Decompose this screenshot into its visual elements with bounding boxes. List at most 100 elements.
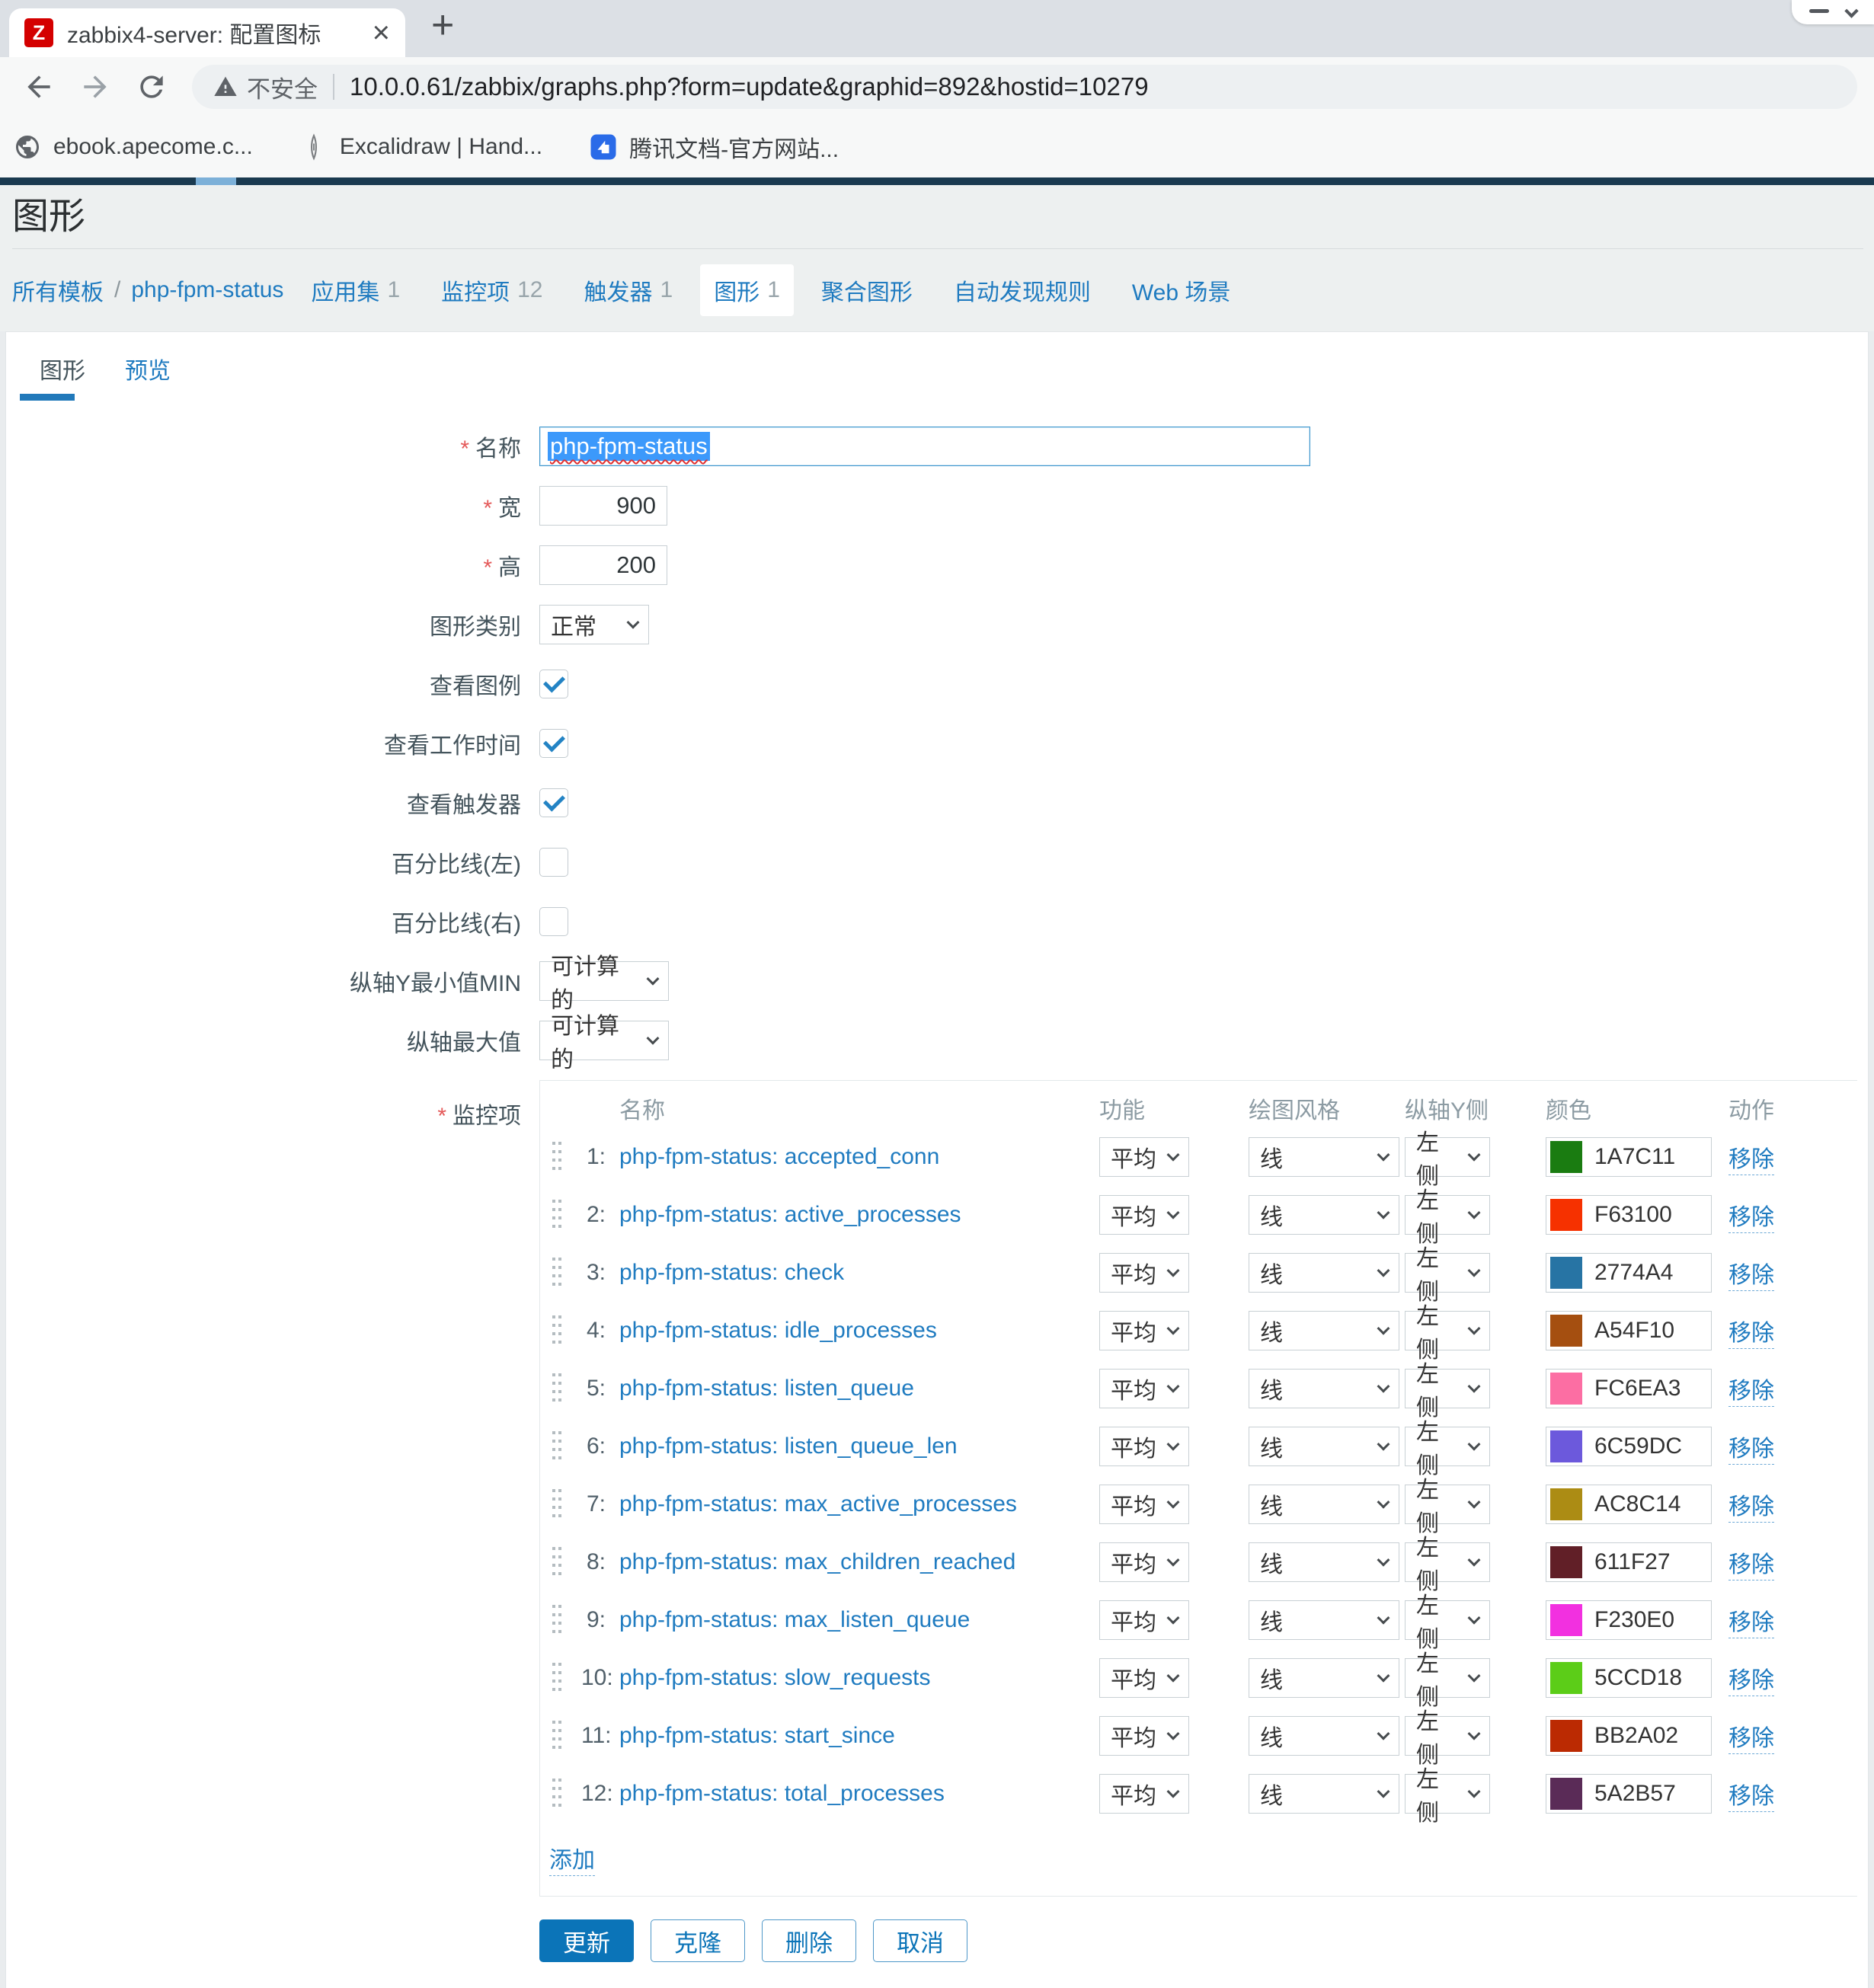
function-select[interactable]: 平均 [1099,1485,1189,1524]
nav-tab-link[interactable]: 聚合图形 [821,273,913,307]
drag-handle-icon[interactable] [552,1200,561,1230]
drag-handle-icon[interactable] [552,1431,561,1462]
drag-handle-icon[interactable] [552,1489,561,1520]
item-name-link[interactable]: php-fpm-status: slow_requests [619,1665,931,1690]
draw-style-select[interactable]: 线 [1249,1253,1399,1293]
delete-button[interactable]: 删除 [762,1919,856,1962]
function-select[interactable]: 平均 [1099,1311,1189,1350]
draw-style-select[interactable]: 线 [1249,1716,1399,1756]
function-select[interactable]: 平均 [1099,1253,1189,1293]
draw-style-select[interactable]: 线 [1249,1658,1399,1698]
nav-tab[interactable]: 监控项 12 [427,264,556,316]
bookmark-item[interactable]: ebook.apecome.c... [14,133,253,161]
drag-handle-icon[interactable] [552,1663,561,1693]
ymin-select[interactable]: 可计算的 [539,961,669,1001]
graph-type-select[interactable]: 正常 [539,605,649,644]
item-name-link[interactable]: php-fpm-status: listen_queue [619,1376,914,1401]
y-side-select[interactable]: 左侧 [1405,1369,1490,1408]
browser-tab[interactable]: Z zabbix4-server: 配置图标 × [9,8,405,57]
nav-tab-link[interactable]: 自动发现规则 [954,273,1091,307]
color-picker[interactable]: AC8C14 [1546,1485,1712,1524]
breadcrumb-all-templates[interactable]: 所有模板 [12,273,104,307]
cancel-button[interactable]: 取消 [873,1919,967,1962]
forward-icon[interactable] [78,70,112,104]
add-item-link[interactable]: 添加 [549,1848,595,1876]
drag-handle-icon[interactable] [552,1605,561,1635]
function-select[interactable]: 平均 [1099,1542,1189,1582]
checkbox[interactable] [539,907,568,936]
color-picker[interactable]: 611F27 [1546,1542,1712,1582]
color-picker[interactable]: 2774A4 [1546,1253,1712,1293]
y-side-select[interactable]: 左侧 [1405,1774,1490,1814]
function-select[interactable]: 平均 [1099,1427,1189,1466]
checkbox[interactable] [539,729,568,758]
draw-style-select[interactable]: 线 [1249,1195,1399,1235]
draw-style-select[interactable]: 线 [1249,1600,1399,1640]
minimize-icon[interactable] [1809,9,1829,13]
draw-style-select[interactable]: 线 [1249,1427,1399,1466]
drag-handle-icon[interactable] [552,1547,561,1577]
item-name-link[interactable]: php-fpm-status: start_since [619,1723,895,1748]
nav-tab[interactable]: 自动发现规则 [940,264,1105,316]
drag-handle-icon[interactable] [552,1779,561,1809]
function-select[interactable]: 平均 [1099,1716,1189,1756]
clone-button[interactable]: 克隆 [651,1919,745,1962]
remove-item-link[interactable]: 移除 [1728,1726,1774,1754]
new-tab-button[interactable]: + [431,5,454,45]
color-picker[interactable]: BB2A02 [1546,1716,1712,1756]
url-text[interactable]: 10.0.0.61/zabbix/graphs.php?form=update&… [350,72,1149,101]
function-select[interactable]: 平均 [1099,1774,1189,1814]
item-name-link[interactable]: php-fpm-status: max_listen_queue [619,1607,970,1632]
color-picker[interactable]: FC6EA3 [1546,1369,1712,1408]
draw-style-select[interactable]: 线 [1249,1369,1399,1408]
color-picker[interactable]: 5CCD18 [1546,1658,1712,1698]
remove-item-link[interactable]: 移除 [1728,1321,1774,1349]
drag-handle-icon[interactable] [552,1142,561,1172]
y-side-select[interactable]: 左侧 [1405,1542,1490,1582]
y-side-select[interactable]: 左侧 [1405,1716,1490,1756]
item-name-link[interactable]: php-fpm-status: max_active_processes [619,1491,1017,1517]
checkbox[interactable] [539,670,568,698]
function-select[interactable]: 平均 [1099,1369,1189,1408]
draw-style-select[interactable]: 线 [1249,1542,1399,1582]
item-name-link[interactable]: php-fpm-status: total_processes [619,1781,945,1806]
security-label[interactable]: 不安全 [247,70,318,104]
nav-tab[interactable]: 图形 1 [700,264,794,316]
drag-handle-icon[interactable] [552,1721,561,1751]
color-picker[interactable]: F230E0 [1546,1600,1712,1640]
address-bar[interactable]: 不安全 10.0.0.61/zabbix/graphs.php?form=upd… [192,65,1857,109]
update-button[interactable]: 更新 [539,1919,634,1962]
drag-handle-icon[interactable] [552,1315,561,1346]
y-side-select[interactable]: 左侧 [1405,1311,1490,1350]
checkbox[interactable] [539,848,568,877]
nav-tab-link[interactable]: 应用集 [311,273,379,307]
nav-tab-link[interactable]: 触发器 [584,273,653,307]
y-side-select[interactable]: 左侧 [1405,1485,1490,1524]
nav-tab-link[interactable]: 图形 [714,273,760,307]
remove-item-link[interactable]: 移除 [1728,1668,1774,1696]
color-picker[interactable]: F63100 [1546,1195,1712,1235]
y-side-select[interactable]: 左侧 [1405,1253,1490,1293]
tab-preview[interactable]: 预览 [105,338,190,401]
function-select[interactable]: 平均 [1099,1600,1189,1640]
remove-item-link[interactable]: 移除 [1728,1610,1774,1638]
reload-icon[interactable] [135,70,168,104]
draw-style-select[interactable]: 线 [1249,1485,1399,1524]
item-name-link[interactable]: php-fpm-status: active_processes [619,1202,961,1227]
back-icon[interactable] [22,70,56,104]
item-name-link[interactable]: php-fpm-status: max_children_reached [619,1549,1015,1574]
ymax-select[interactable]: 可计算的 [539,1021,669,1060]
nav-tab-link[interactable]: Web 场景 [1132,273,1230,307]
bookmark-item[interactable]: Excalidraw | Hand... [300,133,542,161]
remove-item-link[interactable]: 移除 [1728,1205,1774,1233]
height-input[interactable]: 200 [539,545,667,585]
y-side-select[interactable]: 左侧 [1405,1427,1490,1466]
nav-tab[interactable]: Web 场景 [1118,264,1244,316]
function-select[interactable]: 平均 [1099,1195,1189,1235]
draw-style-select[interactable]: 线 [1249,1137,1399,1177]
function-select[interactable]: 平均 [1099,1137,1189,1177]
color-picker[interactable]: 1A7C11 [1546,1137,1712,1177]
color-picker[interactable]: 5A2B57 [1546,1774,1712,1814]
nav-tab[interactable]: 应用集 1 [297,264,414,316]
tab-preview-link[interactable]: 预览 [125,359,171,384]
